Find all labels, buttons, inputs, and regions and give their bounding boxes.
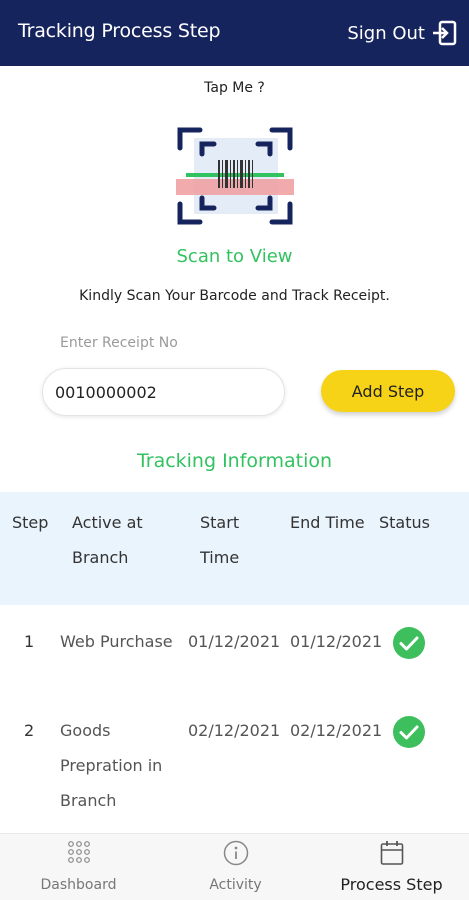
row-branch-line: Branch [60,791,117,810]
nav-process-step[interactable]: Process Step [314,834,469,900]
column-start-time: Start Time [200,505,260,575]
row-branch: Web Purchase [60,624,180,659]
barcode-scanner-icon[interactable] [176,124,296,228]
nav-activity-label: Activity [209,877,262,893]
row-end-time: 01/12/2021 [290,632,383,651]
grid-icon [67,841,90,863]
table-row: 1 Web Purchase 01/12/2021 01/12/2021 [0,624,469,664]
tracking-table-header: Step Active at Branch Start Time End Tim… [0,492,469,605]
bottom-navigation: Dashboard Activity Process Step [0,833,469,900]
sign-out-button[interactable]: Sign Out [347,20,457,46]
row-start-time: 02/12/2021 [188,721,281,740]
table-row: 2 Goods Prepration in Branch 02/12/2021 … [0,713,469,823]
column-branch-line2: Branch [72,548,129,567]
row-branch-line: Web Purchase [60,632,173,651]
column-start-line2: Time [200,548,240,567]
page-title: Tracking Process Step [18,20,221,42]
row-end-time: 02/12/2021 [290,721,383,740]
sign-out-label: Sign Out [347,22,425,44]
scan-to-view-title: Scan to View [176,246,293,267]
nav-process-step-label: Process Step [340,875,443,894]
row-branch-line: Prepration in [60,756,163,775]
row-start-time: 01/12/2021 [188,632,281,651]
app-header: Tracking Process Step Sign Out [0,0,469,66]
row-step: 2 [24,721,35,740]
row-branch-line: Goods [60,721,111,740]
tap-me-label[interactable]: Tap Me ? [0,80,469,96]
info-icon [223,840,248,866]
row-branch: Goods Prepration in Branch [60,713,180,818]
column-end-time: End Time [290,513,365,532]
add-step-button[interactable]: Add Step [321,370,455,412]
column-start-line1: Start [200,513,240,532]
row-step: 1 [24,632,35,651]
nav-activity[interactable]: Activity [157,834,314,900]
status-check-icon [393,716,425,748]
sign-out-icon [433,20,457,46]
receipt-input-label: Enter Receipt No [60,335,178,351]
nav-dashboard[interactable]: Dashboard [0,834,157,900]
tracking-information-title: Tracking Information [136,450,333,472]
status-check-icon [393,627,425,659]
scan-instructions: Kindly Scan Your Barcode and Track Recei… [79,288,390,304]
column-step: Step [12,513,49,532]
receipt-number-input[interactable] [42,368,285,416]
column-branch-line1: Active at [72,513,143,532]
calendar-icon [380,841,403,865]
nav-dashboard-label: Dashboard [40,877,117,893]
column-active-at-branch: Active at Branch [72,505,182,575]
column-status: Status [379,513,430,532]
